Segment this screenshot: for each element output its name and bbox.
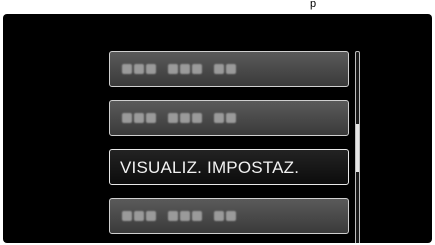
- header-text: p: [310, 0, 317, 10]
- obscured-label: [122, 64, 238, 74]
- menu-item-visualiz-impostaz[interactable]: VISUALIZ. IMPOSTAZ.: [109, 149, 349, 185]
- menu-item-1[interactable]: [109, 51, 349, 87]
- obscured-label: [122, 211, 238, 221]
- menu-scrollbar[interactable]: [355, 51, 360, 243]
- scrollbar-thumb[interactable]: [356, 124, 359, 172]
- obscured-label: [122, 113, 238, 123]
- menu-item-2[interactable]: [109, 100, 349, 136]
- menu-item-label: VISUALIZ. IMPOSTAZ.: [120, 158, 300, 177]
- camera-menu-screen: VISUALIZ. IMPOSTAZ.: [3, 14, 432, 243]
- menu-item-4[interactable]: [109, 198, 349, 234]
